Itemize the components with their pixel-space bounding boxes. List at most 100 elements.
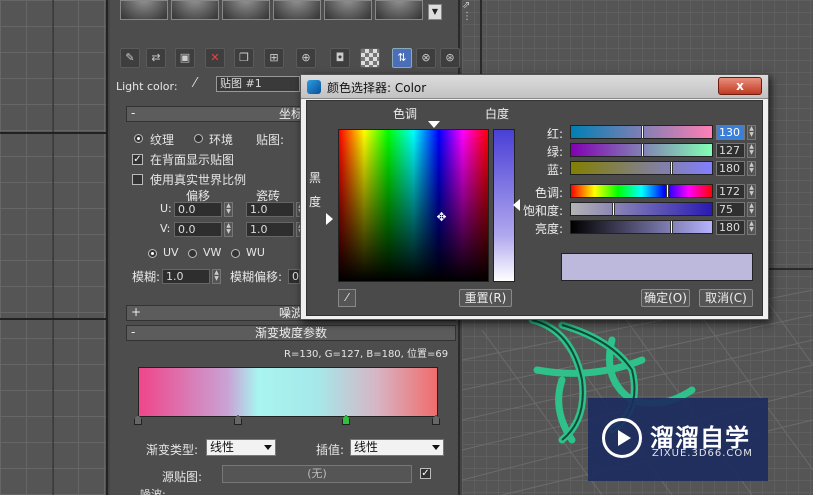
texture-radio[interactable]	[134, 134, 143, 143]
close-button[interactable]: x	[718, 77, 762, 95]
blur-spinner[interactable]: ▲ ▼	[212, 269, 221, 284]
blue-spinner[interactable]: ▲ ▼	[747, 161, 756, 176]
wu-radio[interactable]	[231, 249, 240, 258]
go-to-parent-icon[interactable]: ⊗	[416, 48, 436, 68]
interpolation-label: 插值:	[316, 443, 345, 457]
v-offset-field[interactable]: 0.0	[174, 222, 222, 237]
blue-label: 蓝:	[547, 163, 564, 177]
hue-blackness-field[interactable]: ✥	[338, 129, 489, 282]
sample-slot-3[interactable]	[222, 0, 270, 20]
light-color-label: Light color:	[116, 80, 178, 93]
dialog-titlebar[interactable]: 颜色选择器: Color x	[301, 75, 768, 99]
noise-sub-label: 噪波:	[140, 488, 166, 495]
blue-slider[interactable]	[570, 161, 713, 175]
blur-label: 模糊:	[132, 270, 161, 284]
interpolation-dropdown[interactable]: 线性	[350, 439, 444, 456]
map-name-field[interactable]: 贴图 #1	[216, 76, 300, 92]
sample-slot-6[interactable]	[375, 0, 423, 20]
environ-radio[interactable]	[194, 134, 203, 143]
dialog-title: 颜色选择器: Color	[327, 81, 427, 95]
sample-slot-4[interactable]	[273, 0, 321, 20]
delete-icon[interactable]: ✕	[205, 48, 225, 68]
assign-material-icon[interactable]: ▣	[175, 48, 195, 68]
brightness-field[interactable]: 180	[716, 220, 745, 235]
source-map-button[interactable]: (无)	[222, 465, 412, 483]
gradient-color-readout: R=130, G=127, B=180, 位置=69	[284, 349, 449, 360]
show-map-on-back-label: 在背面显示贴图	[150, 153, 235, 167]
eyedropper-icon[interactable]: ⁄	[194, 76, 210, 92]
environ-label: 环境	[209, 133, 234, 147]
brightness-spinner[interactable]: ▲ ▼	[747, 220, 756, 235]
gradient-ramp-rollout-header[interactable]: - 渐变坡度参数	[126, 325, 456, 341]
blur-field[interactable]: 1.0	[162, 269, 210, 284]
eyedropper-button[interactable]: ⁄	[338, 289, 356, 307]
v-tiling-field[interactable]: 1.0	[246, 222, 294, 237]
uv-label: UV	[163, 246, 179, 259]
vw-radio[interactable]	[188, 249, 197, 258]
u-tiling-field[interactable]: 1.0	[246, 202, 294, 217]
v-offset-spinner[interactable]: ▲ ▼	[224, 222, 233, 237]
vw-label: VW	[203, 246, 222, 259]
make-unique-icon[interactable]: ⊞	[264, 48, 284, 68]
cancel-button[interactable]: 取消(C)	[699, 289, 753, 307]
u-offset-spinner[interactable]: ▲ ▼	[224, 202, 233, 217]
red-label: 红:	[547, 127, 564, 141]
watermark-url: ZIXUE.3D66.COM	[652, 448, 753, 459]
blackness-label-2: 度	[309, 195, 322, 209]
show-map-in-viewport-icon[interactable]	[360, 48, 380, 68]
source-map-label: 源贴图:	[162, 470, 203, 484]
hue-header: 色调	[393, 107, 418, 121]
hue-spinner[interactable]: ▲ ▼	[747, 184, 756, 199]
material-effects-icon[interactable]: ◘	[330, 48, 350, 68]
viewport-nav-icon[interactable]: ⇗ ⋮	[462, 0, 476, 34]
show-map-on-back-checkbox[interactable]: ✓	[132, 154, 143, 165]
u-offset-field[interactable]: 0.0	[174, 202, 222, 217]
green-field[interactable]: 127	[716, 143, 745, 158]
left-viewport[interactable]	[0, 0, 108, 495]
gradient-ramp-bar[interactable]	[138, 367, 438, 417]
slot-scroll-down-icon[interactable]: ▼	[428, 4, 442, 20]
put-to-scene-icon[interactable]: ⇄	[146, 48, 166, 68]
hue-field[interactable]: 172	[716, 184, 745, 199]
sample-slot-1[interactable]	[120, 0, 168, 20]
ok-button[interactable]: 确定(O)	[641, 289, 690, 307]
get-material-icon[interactable]: ✎	[120, 48, 140, 68]
show-end-result-icon[interactable]: ⇅	[392, 48, 412, 68]
go-forward-icon[interactable]: ⊛	[440, 48, 460, 68]
blue-field[interactable]: 180	[716, 161, 745, 176]
watermark: 溜溜自学 ZIXUE.3D66.COM	[588, 398, 768, 481]
current-color-swatch	[561, 253, 753, 281]
source-map-checkbox[interactable]: ✓	[420, 468, 431, 479]
sample-slot-5[interactable]	[324, 0, 372, 20]
red-slider[interactable]	[570, 125, 713, 139]
whiteness-header: 白度	[485, 107, 510, 121]
blackness-marker-icon[interactable]	[326, 213, 333, 225]
hue-slider[interactable]	[570, 184, 713, 198]
blackness-label-1: 黑	[309, 171, 322, 185]
hue-marker-icon[interactable]	[428, 121, 440, 128]
saturation-slider[interactable]	[570, 202, 713, 216]
gradient-type-dropdown[interactable]: 线性	[206, 439, 276, 456]
texture-label: 纹理	[150, 133, 175, 147]
mapping-label: 贴图:	[256, 133, 285, 147]
real-world-scale-checkbox[interactable]	[132, 174, 143, 185]
blur-offset-field[interactable]: 0.	[288, 269, 303, 284]
whiteness-marker-icon[interactable]	[513, 199, 520, 211]
app-icon	[307, 80, 321, 94]
reset-button[interactable]: 重置(R)	[459, 289, 512, 307]
color-crosshair-icon: ✥	[436, 210, 447, 224]
saturation-field[interactable]: 75	[716, 202, 745, 217]
whiteness-bar[interactable]	[493, 129, 515, 282]
saturation-spinner[interactable]: ▲ ▼	[747, 202, 756, 217]
brightness-slider[interactable]	[570, 220, 713, 234]
uv-radio[interactable]	[148, 249, 157, 258]
green-slider[interactable]	[570, 143, 713, 157]
red-field[interactable]: 130	[716, 125, 745, 140]
copy-material-icon[interactable]: ❐	[234, 48, 254, 68]
color-selector-dialog: 颜色选择器: Color x 色调 白度 黑 度 ✥ ⁄ 重置(R) 红: 13…	[300, 74, 769, 320]
sample-slot-2[interactable]	[171, 0, 219, 20]
green-spinner[interactable]: ▲ ▼	[747, 143, 756, 158]
put-to-library-icon[interactable]: ⊕	[296, 48, 316, 68]
green-label: 绿:	[547, 145, 564, 159]
red-spinner[interactable]: ▲ ▼	[747, 125, 756, 140]
